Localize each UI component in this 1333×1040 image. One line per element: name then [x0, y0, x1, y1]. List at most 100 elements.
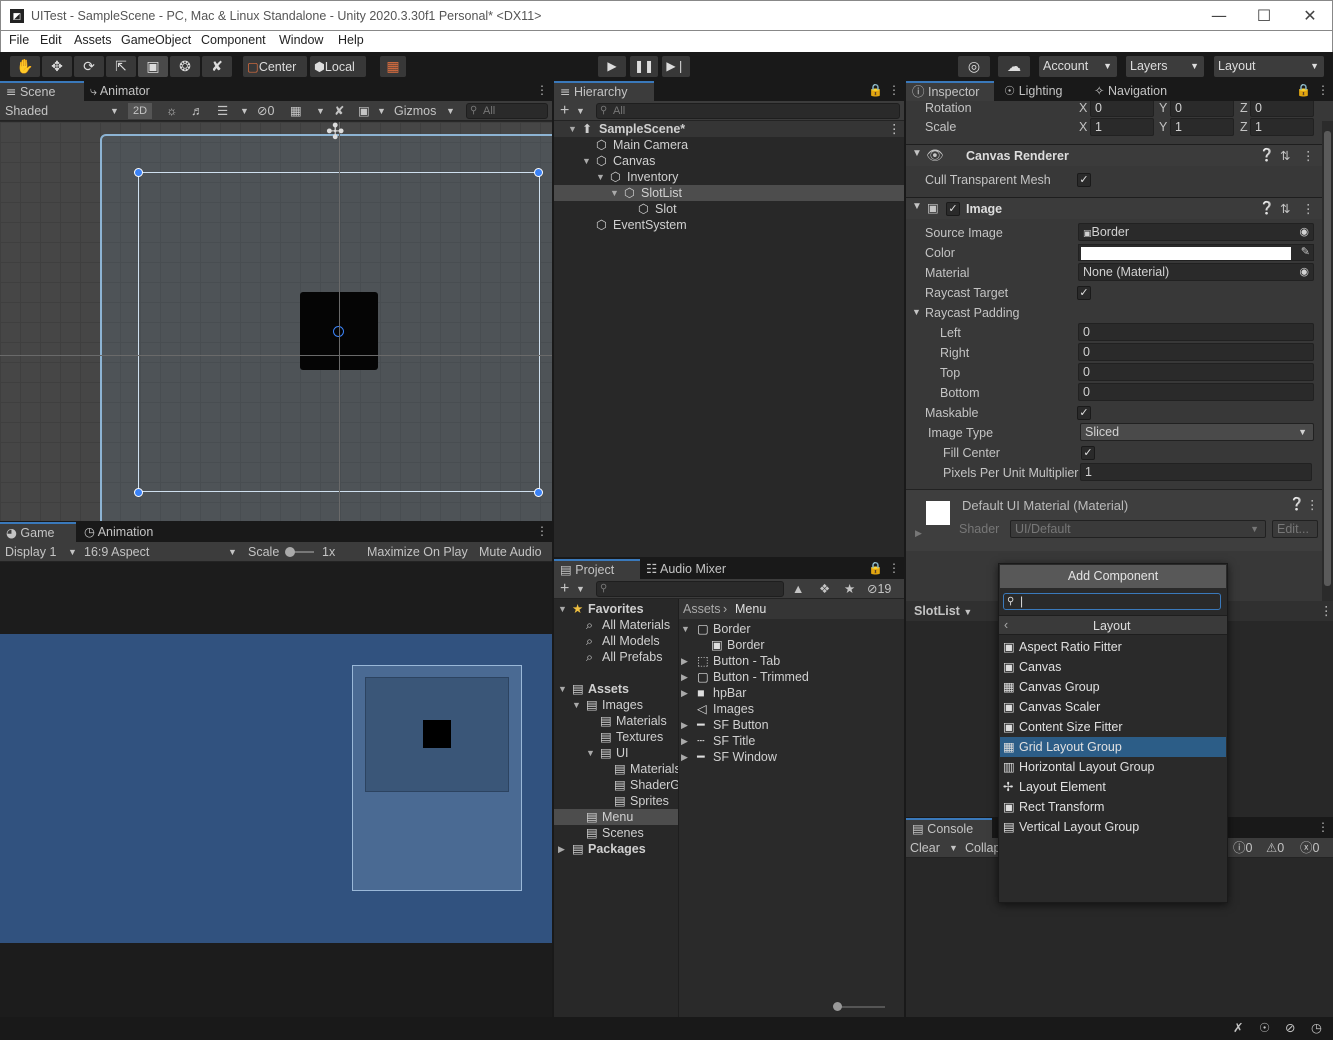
foldout-arrow-icon[interactable]: ▼ — [912, 148, 922, 159]
fill-center-checkbox[interactable]: ✓ — [1081, 446, 1095, 460]
hidden-objects-icon[interactable]: ⊘0 — [257, 101, 274, 121]
project-menu-icon[interactable]: ⋮ — [888, 561, 900, 575]
scene-search-input[interactable]: ⚲ All — [466, 103, 548, 119]
help-icon[interactable]: ❔ — [1259, 148, 1275, 163]
close-icon[interactable]: ✕ — [1287, 4, 1333, 28]
hierarchy-item[interactable]: ⬡ Main Camera — [554, 137, 904, 153]
project-file-item[interactable]: ▶ ▢ Button - Trimmed — [679, 669, 905, 685]
console-menu-icon[interactable]: ⋮ — [1317, 820, 1329, 834]
cull-transparent-checkbox[interactable]: ✓ — [1077, 173, 1091, 187]
canvas-renderer-header[interactable]: ▼ 👁 Canvas Renderer ❔ ⇅ ⋮ — [906, 144, 1322, 166]
component-list-item[interactable]: ▦ Canvas Group — [1000, 677, 1226, 697]
project-file-item[interactable]: ▶ ⬚ Button - Tab — [679, 653, 905, 669]
tab-console[interactable]: ▤ Console — [906, 818, 992, 838]
lock-icon[interactable]: 🔒 — [868, 83, 883, 97]
pivot-local-button[interactable]: ⬢Local — [310, 56, 366, 77]
progress-icon[interactable]: ◷ — [1311, 1020, 1322, 1035]
project-file-item[interactable]: ▶ ■ hpBar — [679, 685, 905, 701]
menu-file[interactable]: File — [9, 33, 29, 47]
menu-help[interactable]: Help — [338, 33, 364, 47]
component-list-item[interactable]: ▥ Horizontal Layout Group — [1000, 757, 1226, 777]
foldout-arrow-icon[interactable]: ▶ — [681, 717, 688, 733]
folder-tree-item[interactable]: ▤ Materials — [554, 761, 678, 777]
preset-icon[interactable]: ⇅ — [1280, 148, 1290, 163]
rect-handle[interactable] — [534, 488, 543, 497]
padding-bottom-field[interactable]: 0 — [1078, 383, 1314, 401]
padding-right-field[interactable]: 0 — [1078, 343, 1314, 361]
hierarchy-item[interactable]: ▼ ⬆ SampleScene* ⋮ — [554, 121, 904, 137]
clear-button[interactable]: Clear — [910, 838, 940, 858]
inspector-menu-icon[interactable]: ⋮ — [1317, 83, 1329, 97]
grid-snap-icon[interactable]: ▦ — [380, 56, 406, 77]
scene-menu-icon[interactable]: ⋮ — [888, 121, 901, 137]
image-enabled-checkbox[interactable]: ✓ — [946, 202, 960, 216]
folder-tree-item[interactable]: ▤ Scenes — [554, 825, 678, 841]
foldout-arrow-icon[interactable]: ▼ — [558, 681, 567, 697]
create-plus-icon[interactable]: + — [560, 579, 569, 599]
tools-icon[interactable]: ✘ — [334, 101, 344, 121]
foldout-arrow-icon[interactable]: ▼ — [610, 185, 619, 201]
eyedropper-icon[interactable]: ✎ — [1301, 245, 1310, 258]
display-dropdown[interactable]: Display 1 — [5, 542, 56, 562]
filter-type-icon[interactable]: ▲ — [792, 579, 804, 599]
hierarchy-item[interactable]: ▼ ⬡ Canvas — [554, 153, 904, 169]
info-count[interactable]: ⓘ0 — [1233, 838, 1252, 858]
shader-dropdown[interactable]: UI/Default ▼ — [1010, 520, 1266, 538]
maximize-icon[interactable]: ☐ — [1241, 4, 1287, 28]
component-list-item[interactable]: ✢ Layout Element — [1000, 777, 1226, 797]
tab-scene[interactable]: ≡ Scene — [0, 81, 84, 101]
project-file-item[interactable]: ▶ ━ SF Window — [679, 749, 905, 765]
tab-animation[interactable]: ◷ Animation — [78, 522, 159, 542]
scale-z-field[interactable]: 1 — [1250, 118, 1314, 136]
icon-size-slider[interactable] — [835, 1006, 885, 1008]
tab-inspector[interactable]: ⓘ Inspector — [906, 81, 994, 101]
aspect-dropdown[interactable]: 16:9 Aspect — [84, 542, 149, 562]
help-icon[interactable]: ❔ — [1289, 497, 1305, 512]
padding-left-field[interactable]: 0 — [1078, 323, 1314, 341]
effects-toggle-icon[interactable]: ☰ — [217, 101, 228, 121]
folder-tree-item[interactable]: ▼ ▤ Assets — [554, 681, 678, 697]
favorite-star-icon[interactable]: ★ — [844, 579, 855, 599]
component-menu-icon[interactable]: ⋮ — [1302, 201, 1315, 216]
folder-tree-item[interactable]: ▤ Sprites — [554, 793, 678, 809]
shading-dropdown[interactable]: Shaded — [5, 101, 48, 121]
hierarchy-menu-icon[interactable]: ⋮ — [888, 83, 900, 97]
folder-tree-item[interactable]: ⌕ All Prefabs — [554, 649, 678, 665]
rect-handle[interactable] — [134, 488, 143, 497]
breadcrumb-menu[interactable]: Menu — [735, 601, 766, 617]
folder-tree-item[interactable]: ▤ Materials — [554, 713, 678, 729]
create-arrow-icon[interactable]: ▼ — [576, 101, 585, 121]
menu-edit[interactable]: Edit — [40, 33, 62, 47]
component-list-item[interactable]: ▦ Grid Layout Group — [1000, 737, 1226, 757]
grid-arrow-icon[interactable]: ▼ — [316, 101, 325, 121]
object-picker-icon[interactable]: ◉ — [1299, 224, 1309, 240]
shader-edit-button[interactable]: Edit... — [1272, 520, 1318, 538]
move-tool-icon[interactable]: ✥ — [42, 56, 72, 77]
tab-lighting[interactable]: ☉ Lighting — [998, 81, 1069, 101]
hierarchy-item[interactable]: ⬡ EventSystem — [554, 217, 904, 233]
camera-icon[interactable]: ▣ — [358, 101, 370, 121]
component-list-item[interactable]: ▣ Content Size Fitter — [1000, 717, 1226, 737]
2d-toggle-button[interactable]: 2D — [128, 103, 152, 119]
component-list-item[interactable]: ▣ Canvas — [1000, 657, 1226, 677]
collapse-button[interactable]: Collap — [965, 838, 1000, 858]
maximize-on-play-button[interactable]: Maximize On Play — [367, 542, 468, 562]
component-menu-icon[interactable]: ⋮ — [1306, 497, 1319, 512]
tab-audio-mixer[interactable]: ☷ Audio Mixer — [640, 559, 732, 579]
project-file-item[interactable]: ◁ Images — [679, 701, 905, 717]
folder-tree-item[interactable]: ▼ ▤ Images — [554, 697, 678, 713]
padding-top-field[interactable]: 0 — [1078, 363, 1314, 381]
preset-icon[interactable]: ⇅ — [1280, 201, 1290, 216]
foldout-arrow-icon[interactable]: ▼ — [586, 745, 595, 761]
effects-arrow-icon[interactable]: ▼ — [240, 101, 249, 121]
foldout-arrow-icon[interactable]: ▶ — [681, 749, 688, 765]
create-arrow-icon[interactable]: ▼ — [576, 579, 585, 599]
project-file-item[interactable]: ▶ ━ SF Button — [679, 717, 905, 733]
camera-arrow-icon[interactable]: ▼ — [377, 101, 386, 121]
menu-gameobject[interactable]: GameObject — [121, 33, 191, 47]
clear-options-arrow-icon[interactable]: ▼ — [949, 838, 958, 858]
foldout-arrow-icon[interactable]: ▶ — [681, 685, 688, 701]
mute-audio-button[interactable]: Mute Audio — [479, 542, 542, 562]
scene-menu-icon[interactable]: ⋮ — [536, 83, 548, 97]
foldout-arrow-icon[interactable]: ▶ — [915, 528, 922, 539]
